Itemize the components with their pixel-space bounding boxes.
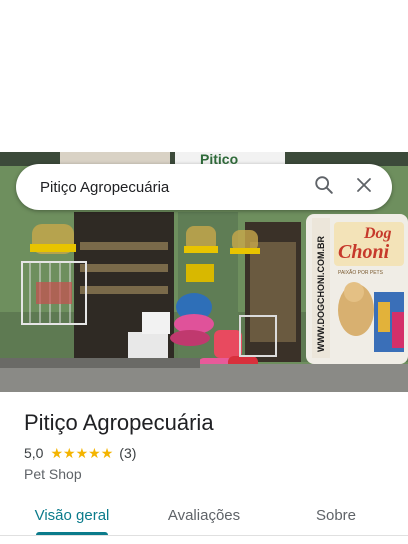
place-name: Pitiço Agropecuária — [24, 410, 214, 435]
rating-value: 5,0 — [24, 445, 44, 461]
tab-about[interactable]: Sobre — [284, 492, 388, 538]
clear-search-button[interactable] — [344, 167, 384, 207]
tabs-divider — [0, 535, 408, 536]
rating-summary[interactable]: 5,0 ★ ★ ★ ★ ★ (3) — [24, 445, 136, 461]
banner-brand-line2: Choni — [338, 241, 390, 263]
place-tabs: Visão geral Avaliações Sobre — [0, 492, 408, 538]
search-button[interactable] — [304, 167, 344, 207]
star-icon: ★ — [50, 445, 64, 461]
banner-brand-line1: Dog — [363, 225, 392, 242]
search-input[interactable]: Pitiço Agropecuária — [16, 179, 304, 196]
place-category[interactable]: Pet Shop — [24, 466, 82, 482]
close-icon — [355, 176, 373, 199]
star-rating: ★ ★ ★ ★ ★ — [50, 446, 113, 460]
star-icon: ★ — [63, 445, 76, 461]
tab-reviews[interactable]: Avaliações — [152, 492, 256, 538]
search-icon — [313, 174, 335, 201]
search-bar[interactable]: Pitiço Agropecuária — [16, 164, 392, 210]
star-icon: ★ — [75, 445, 89, 461]
banner-tagline: PAIXÃO POR PETS — [338, 269, 384, 276]
star-icon: ★ — [88, 445, 101, 461]
review-count[interactable]: (3) — [119, 445, 136, 461]
banner-url: WWW.DOGCHONI.COM.BR — [316, 236, 326, 352]
star-icon: ★ — [100, 445, 114, 461]
